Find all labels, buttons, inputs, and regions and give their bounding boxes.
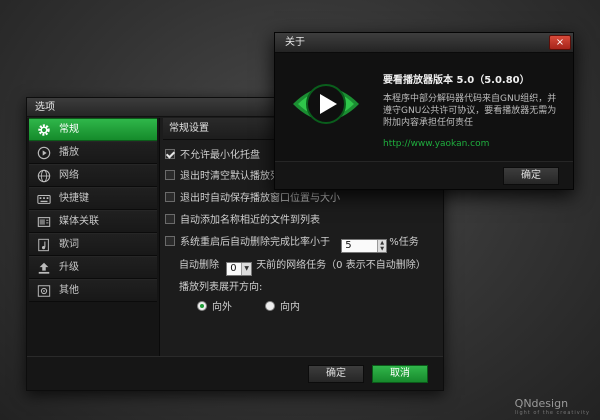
option-label: 自动删除 <box>179 260 219 271</box>
option-label: 退出时自动保存播放窗口位置与大小 <box>180 193 340 204</box>
radio-label: 向外 <box>212 302 232 313</box>
option-save-window-pos[interactable]: 退出时自动保存播放窗口位置与大小 <box>165 192 340 206</box>
option-label: 自动添加名称相近的文件到列表 <box>180 215 320 226</box>
radio-outward[interactable]: 向外 <box>197 301 232 315</box>
about-title: 关于 <box>285 37 305 48</box>
sidebar-item-label: 常规 <box>59 124 79 135</box>
checkbox[interactable] <box>165 236 175 246</box>
cancel-button[interactable]: 取消 <box>372 365 428 383</box>
sidebar-item-label: 快捷键 <box>59 193 89 204</box>
media-file-icon <box>37 215 51 229</box>
sidebar-item-other[interactable]: 其他 <box>29 279 157 302</box>
app-version-title: 要看播放器版本 5.0（5.0.80） <box>383 75 530 86</box>
percent-stepper[interactable]: 5 ▲ ▼ <box>341 239 388 253</box>
sidebar-item-upgrade[interactable]: 升级 <box>29 256 157 279</box>
chevron-down-icon[interactable]: ▼ <box>241 263 252 275</box>
stepper-arrows-icon[interactable]: ▲ ▼ <box>377 240 387 252</box>
option-no-minimize-tray[interactable]: 不允许最小化托盘 <box>165 149 260 163</box>
option-label: 不允许最小化托盘 <box>180 150 260 161</box>
radio-label: 向内 <box>280 302 300 313</box>
music-note-icon <box>37 238 51 252</box>
brand-name: QNdesign <box>514 397 569 410</box>
stepper-value: 5 <box>345 240 352 251</box>
sidebar-item-label: 播放 <box>59 147 79 158</box>
eye-logo-icon <box>291 69 361 139</box>
license-description: 本程序中部分解码器代码来自GNU组织，并遵守GNU公共许可协议，要看播放器无需为… <box>383 94 557 128</box>
days-dropdown[interactable]: 0 ▼ <box>226 262 253 276</box>
sidebar-item-label: 网络 <box>59 170 79 181</box>
options-sidebar: 常规 播放 网络 快捷键 媒体关联 歌词 升级 其他 <box>27 118 160 356</box>
option-label: 系统重启后自动删除完成比率小于 <box>180 237 330 248</box>
about-titlebar: 关于 × <box>275 33 573 53</box>
brand-watermark: QNdesign light of the creativity <box>515 397 590 416</box>
sidebar-item-label: 歌词 <box>59 239 79 250</box>
keyboard-icon <box>37 192 51 206</box>
option-clear-playlist[interactable]: 退出时清空默认播放列表 <box>165 170 290 184</box>
option-auto-delete-days: 自动删除 0 ▼ 天前的网络任务（0 表示不自动删除） <box>179 259 426 276</box>
radio-selected[interactable] <box>197 301 207 311</box>
sidebar-item-network[interactable]: 网络 <box>29 164 157 187</box>
option-auto-add-similar[interactable]: 自动添加名称相近的文件到列表 <box>165 214 320 228</box>
brand-tagline: light of the creativity <box>514 410 590 416</box>
upload-icon <box>37 261 51 275</box>
sidebar-item-label: 其他 <box>59 285 79 296</box>
playlist-expand-label: 播放列表展开方向: <box>179 282 263 293</box>
option-restart-delete[interactable]: 系统重启后自动删除完成比率小于 5 ▲ ▼ %任务 <box>165 236 419 253</box>
sidebar-item-general[interactable]: 常规 <box>29 118 157 141</box>
option-suffix: %任务 <box>389 237 419 248</box>
about-ok-button[interactable]: 确定 <box>503 167 559 185</box>
radio-unselected[interactable] <box>265 301 275 311</box>
checkbox[interactable] <box>165 170 175 180</box>
misc-icon <box>37 284 51 298</box>
dropdown-value: 0 <box>230 263 237 274</box>
about-footer: 确定 <box>275 161 573 189</box>
globe-icon <box>37 169 51 183</box>
ok-button[interactable]: 确定 <box>308 365 364 383</box>
checkbox[interactable] <box>165 214 175 224</box>
website-link[interactable]: http://www.yaokan.com <box>383 139 489 149</box>
sidebar-item-lyrics[interactable]: 歌词 <box>29 233 157 256</box>
sidebar-item-hotkeys[interactable]: 快捷键 <box>29 187 157 210</box>
gear-icon <box>37 123 51 137</box>
radio-inward[interactable]: 向内 <box>265 301 300 315</box>
checkbox[interactable] <box>165 192 175 202</box>
option-suffix: 天前的网络任务（0 表示不自动删除） <box>256 260 426 271</box>
checkbox-checked[interactable] <box>165 149 175 159</box>
close-button[interactable]: × <box>549 35 571 50</box>
play-icon <box>37 146 51 160</box>
sidebar-item-label: 媒体关联 <box>59 216 99 227</box>
about-dialog: 关于 × 要看播放器版本 5.0（5.0.80） 本程序中部分解码器代码来自GN… <box>274 32 574 190</box>
options-footer: 确定 取消 <box>27 356 443 390</box>
sidebar-item-playback[interactable]: 播放 <box>29 141 157 164</box>
sidebar-item-label: 升级 <box>59 262 79 273</box>
sidebar-item-media-assoc[interactable]: 媒体关联 <box>29 210 157 233</box>
close-icon: × <box>555 37 565 48</box>
